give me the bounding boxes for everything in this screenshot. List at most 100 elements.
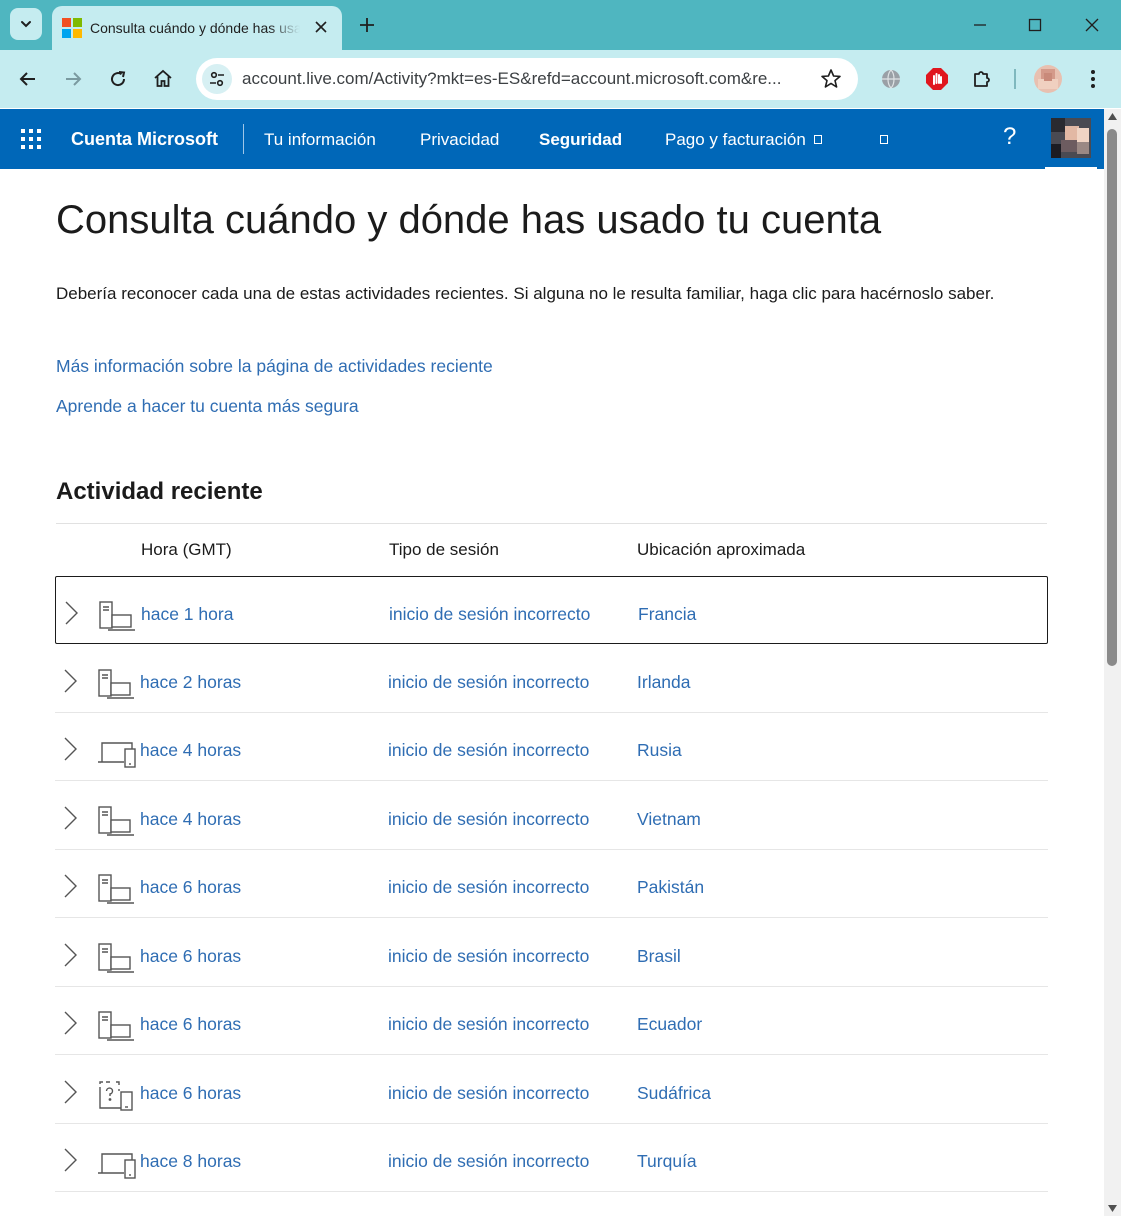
- activity-location-link[interactable]: Turquía: [637, 1151, 697, 1172]
- more-info-link[interactable]: Más información sobre la página de activ…: [56, 356, 493, 377]
- nav-seguridad[interactable]: Seguridad: [539, 130, 622, 150]
- tab-search-button[interactable]: [10, 8, 42, 40]
- chevron-right-icon[interactable]: [63, 806, 77, 830]
- column-header-time: Hora (GMT): [141, 540, 232, 559]
- scroll-up-arrow-icon[interactable]: [1108, 113, 1117, 120]
- activity-session-type-link[interactable]: inicio de sesión incorrecto: [388, 877, 589, 898]
- adblock-extension-button[interactable]: [921, 63, 953, 95]
- activity-location-link[interactable]: Pakistán: [637, 877, 704, 898]
- activity-time-link[interactable]: hace 6 horas: [140, 946, 241, 967]
- nav-privacidad[interactable]: Privacidad: [420, 130, 499, 150]
- activity-location-link[interactable]: Irlanda: [637, 672, 691, 693]
- maximize-icon: [1028, 18, 1042, 32]
- laptop-phone-icon: [97, 735, 137, 774]
- activity-row[interactable]: hace 6 horas inicio de sesión incorrecto P…: [55, 850, 1048, 918]
- secure-account-link[interactable]: Aprende a hacer tu cuenta más segura: [56, 396, 359, 417]
- close-icon: [315, 21, 327, 33]
- help-button[interactable]: ?: [1003, 123, 1016, 151]
- chevron-right-icon[interactable]: [63, 1011, 77, 1035]
- activity-location-link[interactable]: Vietnam: [637, 809, 701, 830]
- activity-row[interactable]: hace 4 horas inicio de sesión incorrecto V…: [55, 782, 1048, 850]
- reload-button[interactable]: [102, 63, 134, 95]
- brand-title[interactable]: Cuenta Microsoft: [71, 129, 218, 150]
- activity-session-type-link[interactable]: inicio de sesión incorrecto: [388, 1014, 589, 1035]
- scroll-down-arrow-icon[interactable]: [1108, 1205, 1117, 1212]
- chevron-right-icon[interactable]: [63, 1148, 77, 1172]
- activity-location-link[interactable]: Rusia: [637, 740, 682, 761]
- chevron-right-icon[interactable]: [63, 1080, 77, 1104]
- microsoft-account-header: Cuenta Microsoft Tu información Privacid…: [0, 109, 1104, 169]
- activity-location-link[interactable]: Brasil: [637, 946, 681, 967]
- more-icon: [880, 135, 888, 144]
- close-window-button[interactable]: [1074, 10, 1110, 40]
- activity-session-type-link[interactable]: inicio de sesión incorrecto: [388, 672, 589, 693]
- page-scrollbar[interactable]: [1104, 109, 1121, 1216]
- activity-session-type-link[interactable]: inicio de sesión incorrecto: [388, 740, 589, 761]
- tab-close-button[interactable]: [310, 16, 332, 38]
- forward-button[interactable]: [57, 63, 89, 95]
- browser-profile-avatar[interactable]: [1034, 65, 1062, 93]
- activity-time-link[interactable]: hace 2 horas: [140, 672, 241, 693]
- arrow-right-icon: [66, 72, 82, 86]
- column-header-location: Ubicación aproximada: [637, 540, 806, 559]
- address-bar[interactable]: account.live.com/Activity?mkt=es-ES&refd…: [196, 58, 858, 100]
- back-button[interactable]: [12, 63, 44, 95]
- home-icon: [154, 69, 172, 87]
- activity-location-link[interactable]: Ecuador: [637, 1014, 702, 1035]
- activity-row[interactable]: hace 6 horas inicio de sesión incorrecto B…: [55, 919, 1048, 987]
- translate-extension-button[interactable]: [875, 63, 907, 95]
- activity-session-type-link[interactable]: inicio de sesión incorrecto: [388, 946, 589, 967]
- activity-time-link[interactable]: hace 1 hora: [141, 604, 233, 625]
- app-launcher-icon[interactable]: [20, 128, 42, 150]
- scroll-thumb[interactable]: [1107, 129, 1117, 666]
- nav-tu-informacion[interactable]: Tu información: [264, 130, 376, 150]
- bookmark-button[interactable]: [820, 68, 842, 95]
- tune-icon: [210, 71, 224, 87]
- chevron-right-icon[interactable]: [63, 669, 77, 693]
- external-link-icon: [813, 135, 822, 144]
- activity-row[interactable]: hace 4 horas inicio de sesión incorrecto R…: [55, 713, 1048, 781]
- chevron-down-icon: [21, 21, 31, 28]
- new-tab-button[interactable]: [354, 12, 380, 38]
- nav-pago-facturacion[interactable]: Pago y facturación: [665, 130, 822, 150]
- activity-row[interactable]: hace 1 hora inicio de sesión incorrecto Fr…: [55, 576, 1048, 644]
- activity-time-link[interactable]: hace 4 horas: [140, 740, 241, 761]
- maximize-button[interactable]: [1017, 10, 1053, 40]
- activity-location-link[interactable]: Sudáfrica: [637, 1083, 711, 1104]
- desktop-laptop-icon: [98, 599, 136, 638]
- activity-time-link[interactable]: hace 6 horas: [140, 1083, 241, 1104]
- section-title: Actividad reciente: [56, 478, 263, 505]
- activity-session-type-link[interactable]: inicio de sesión incorrecto: [388, 809, 589, 830]
- activity-time-link[interactable]: hace 6 horas: [140, 1014, 241, 1035]
- site-info-button[interactable]: [202, 64, 232, 94]
- browser-menu-button[interactable]: [1077, 63, 1109, 95]
- tab-title: Consulta cuándo y dónde has usado tu cue…: [90, 20, 300, 36]
- activity-session-type-link[interactable]: inicio de sesión incorrecto: [389, 604, 590, 625]
- activity-session-type-link[interactable]: inicio de sesión incorrecto: [388, 1083, 589, 1104]
- nav-more[interactable]: [872, 130, 888, 150]
- browser-tab-bar: Consulta cuándo y dónde has usado tu cue…: [0, 0, 1121, 50]
- extensions-button[interactable]: [966, 63, 998, 95]
- account-avatar[interactable]: [1045, 109, 1097, 169]
- header-divider: [243, 124, 244, 154]
- minimize-button[interactable]: [962, 10, 998, 40]
- puzzle-icon: [974, 71, 990, 87]
- activity-session-type-link[interactable]: inicio de sesión incorrecto: [388, 1151, 589, 1172]
- chevron-right-icon[interactable]: [63, 874, 77, 898]
- desktop-laptop-icon: [97, 804, 135, 843]
- activity-row[interactable]: hace 8 horas inicio de sesión incorrecto T…: [55, 1124, 1048, 1192]
- browser-tab-active[interactable]: Consulta cuándo y dónde has usado tu cue…: [52, 6, 342, 50]
- chevron-right-icon[interactable]: [64, 601, 78, 625]
- divider: [56, 523, 1047, 524]
- activity-location-link[interactable]: Francia: [638, 604, 696, 625]
- activity-time-link[interactable]: hace 6 horas: [140, 877, 241, 898]
- activity-row[interactable]: hace 2 horas inicio de sesión incorrecto I…: [55, 645, 1048, 713]
- home-button[interactable]: [147, 63, 179, 95]
- activity-row[interactable]: hace 6 horas inicio de sesión incorrecto S…: [55, 1056, 1048, 1124]
- chevron-right-icon[interactable]: [63, 737, 77, 761]
- unknown-device-icon: [97, 1078, 137, 1117]
- activity-time-link[interactable]: hace 8 horas: [140, 1151, 241, 1172]
- chevron-right-icon[interactable]: [63, 943, 77, 967]
- activity-row[interactable]: hace 6 horas inicio de sesión incorrecto E…: [55, 987, 1048, 1055]
- activity-time-link[interactable]: hace 4 horas: [140, 809, 241, 830]
